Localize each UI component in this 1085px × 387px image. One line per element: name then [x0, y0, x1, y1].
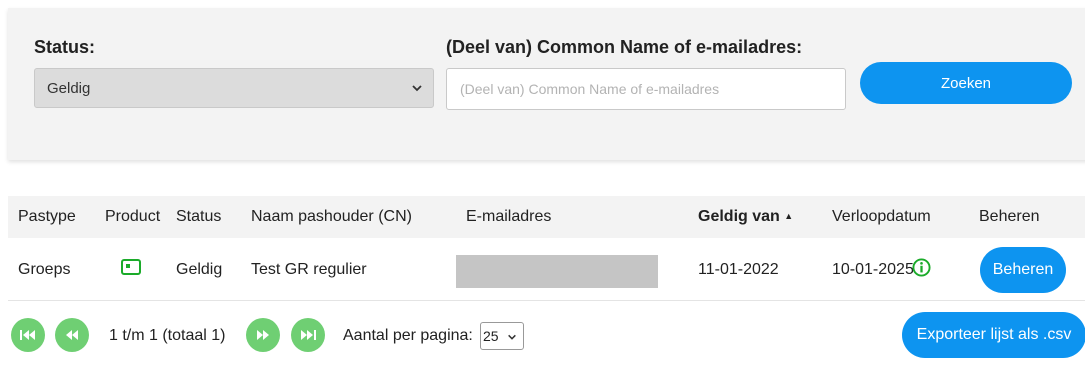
- chevron-down-icon: [508, 334, 516, 340]
- cell-email-redacted: [456, 255, 658, 288]
- last-page-icon: [301, 330, 316, 340]
- previous-page-icon: [66, 330, 78, 340]
- search-button[interactable]: Zoeken: [860, 62, 1072, 104]
- column-header-status: Status: [176, 208, 222, 225]
- info-circle-icon[interactable]: [912, 258, 931, 277]
- column-header-product: Product: [105, 208, 161, 225]
- card-icon: [121, 259, 141, 275]
- status-select-value: Geldig: [47, 79, 91, 97]
- column-header-verloopdatum: Verloopdatum: [832, 208, 931, 225]
- first-page-button[interactable]: [11, 318, 45, 352]
- table-header: Pastype Product Status Naam pashouder (C…: [8, 196, 1085, 238]
- cell-pastype: Groeps: [18, 261, 71, 278]
- column-header-geldig-van-label: Geldig van: [698, 208, 780, 225]
- per-page-select[interactable]: 25: [480, 322, 524, 350]
- column-header-email: E-mailadres: [466, 208, 552, 225]
- next-page-icon: [257, 330, 269, 340]
- column-header-pastype: Pastype: [18, 208, 76, 225]
- pagination-range: 1 t/m 1 (totaal 1): [109, 327, 226, 344]
- column-header-naam: Naam pashouder (CN): [251, 208, 412, 225]
- status-label: Status:: [34, 37, 96, 57]
- beheren-button[interactable]: Beheren: [980, 247, 1066, 293]
- per-page-label: Aantal per pagina:: [343, 327, 473, 344]
- cell-verloopdatum: 10-01-2025: [832, 261, 914, 278]
- search-label: (Deel van) Common Name of e-mailadres:: [446, 37, 803, 57]
- status-select[interactable]: Geldig: [34, 68, 434, 108]
- column-header-geldig-van[interactable]: Geldig van ▲: [698, 208, 793, 226]
- sort-ascending-icon: ▲: [784, 211, 794, 221]
- previous-page-button[interactable]: [55, 318, 89, 352]
- chevron-down-icon: [412, 85, 422, 92]
- column-header-beheren: Beheren: [979, 208, 1040, 225]
- cell-geldig-van: 11-01-2022: [698, 261, 779, 278]
- first-page-icon: [20, 330, 35, 340]
- table-row: Groeps Geldig Test GR regulier 11-01-202…: [8, 240, 1085, 301]
- last-page-button[interactable]: [291, 318, 325, 352]
- cell-status: Geldig: [176, 261, 223, 278]
- next-page-button[interactable]: [246, 318, 280, 352]
- per-page-value: 25: [483, 328, 499, 344]
- search-input[interactable]: [446, 68, 846, 110]
- cell-naam: Test GR regulier: [251, 261, 367, 278]
- export-csv-button[interactable]: Exporteer lijst als .csv: [902, 312, 1085, 358]
